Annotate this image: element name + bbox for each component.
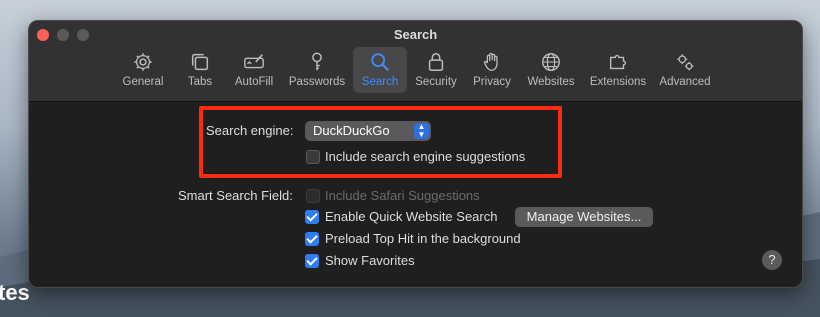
smart-search-field-label: Smart Search Field: [178,188,293,203]
tab-extensions[interactable]: Extensions [585,47,651,93]
lock-icon [428,53,444,71]
preload-top-hit-label: Preload Top Hit in the background [325,231,521,246]
window-title: Search [393,27,438,42]
puzzle-icon [609,54,626,70]
tab-passwords[interactable]: Passwords [285,47,349,93]
key-icon [312,52,322,71]
help-button[interactable]: ? [762,250,782,270]
gear-icon [134,53,152,71]
tab-autofill-label: AutoFill [234,76,274,88]
tab-advanced[interactable]: Advanced [655,47,715,93]
tab-privacy-label: Privacy [473,76,511,88]
tab-autofill[interactable]: AutoFill [229,47,279,93]
show-favorites-label: Show Favorites [325,253,415,268]
tab-search[interactable]: Search [353,47,407,93]
enable-quick-website-search-label: Enable Quick Website Search [325,209,498,224]
tab-search-label: Search [361,76,399,88]
tab-general-label: General [122,76,164,88]
globe-icon [542,53,560,71]
show-favorites-checkbox[interactable] [305,254,319,268]
tab-tabs-label: Tabs [187,76,213,88]
tab-advanced-label: Advanced [659,76,711,88]
tab-security[interactable]: Security [411,47,461,93]
tab-websites[interactable]: Websites [523,47,579,93]
include-safari-suggestions-label: Include Safari Suggestions [325,188,480,203]
tab-passwords-label: Passwords [288,76,346,88]
tab-tabs[interactable]: Tabs [179,47,221,93]
background-text: tes [0,280,30,305]
tab-websites-label: Websites [527,76,575,88]
tab-security-label: Security [415,76,457,88]
window-toolbar: Search General Tabs AutoFill Passwords S… [29,21,802,102]
include-safari-suggestions-checkbox[interactable] [306,189,320,203]
tabs-icon [191,53,209,71]
tab-extensions-label: Extensions [589,76,647,88]
tab-privacy[interactable]: Privacy [469,47,515,93]
tab-general[interactable]: General [117,47,169,93]
manage-websites-button[interactable]: Manage Websites... [515,207,653,227]
search-icon [371,53,389,71]
enable-quick-website-search-checkbox[interactable] [305,210,319,224]
hand-icon [483,52,498,71]
gears-icon [677,54,694,71]
preload-top-hit-checkbox[interactable] [305,232,319,246]
annotation-highlight-box [199,106,562,178]
autofill-icon [244,54,264,69]
